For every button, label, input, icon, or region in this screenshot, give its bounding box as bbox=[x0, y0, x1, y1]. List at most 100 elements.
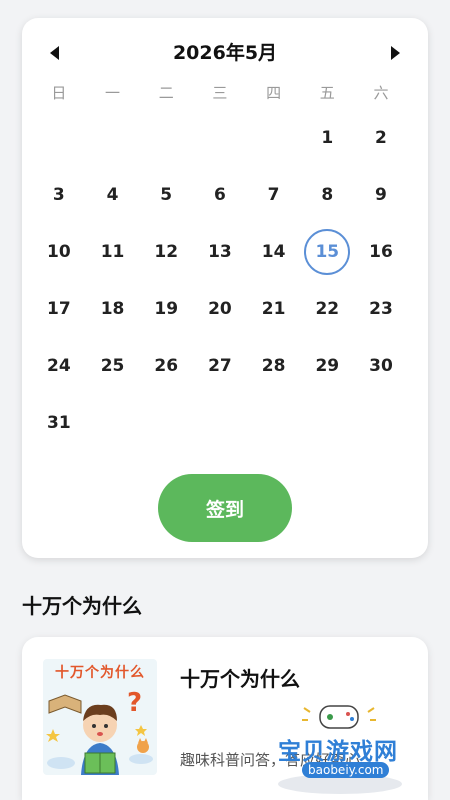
watermark-text: 宝贝游戏网 bbox=[278, 739, 398, 765]
calendar-day-number: 17 bbox=[47, 298, 71, 319]
calendar-day[interactable]: 1 bbox=[300, 109, 354, 166]
calendar-day[interactable]: 31 bbox=[32, 394, 86, 451]
calendar-day[interactable]: 10 bbox=[32, 223, 86, 280]
calendar-day[interactable]: 14 bbox=[247, 223, 301, 280]
calendar-week-row: 10 11 12 13 14 15 16 bbox=[32, 223, 418, 280]
calendar-day-number: 20 bbox=[208, 298, 232, 319]
calendar-day-number: 27 bbox=[208, 355, 232, 376]
calendar-day[interactable]: 26 bbox=[139, 337, 193, 394]
calendar-day-number: 15 bbox=[304, 228, 351, 275]
calendar-day-number: 3 bbox=[52, 184, 65, 205]
calendar-day[interactable]: 6 bbox=[193, 166, 247, 223]
weekday-row: 日 一 二 三 四 五 六 bbox=[32, 82, 418, 104]
calendar-day[interactable]: 27 bbox=[193, 337, 247, 394]
calendar-day[interactable]: 17 bbox=[32, 280, 86, 337]
calendar-day-number: 10 bbox=[47, 241, 71, 262]
calendar-day-number: 4 bbox=[106, 184, 119, 205]
calendar-empty-cell bbox=[247, 109, 301, 166]
calendar-empty-cell bbox=[247, 394, 301, 451]
calendar-day-number: 13 bbox=[208, 241, 232, 262]
checkin-button[interactable]: 签到 bbox=[158, 474, 292, 542]
weekday-label: 日 bbox=[51, 84, 67, 102]
calendar-day-number: 5 bbox=[160, 184, 173, 205]
calendar-day[interactable]: 13 bbox=[193, 223, 247, 280]
calendar-day[interactable]: 16 bbox=[354, 223, 408, 280]
calendar-day-number: 11 bbox=[100, 241, 125, 262]
calendar-day-number: 14 bbox=[261, 241, 286, 262]
calendar-day-number: 16 bbox=[369, 241, 393, 262]
triangle-right-icon bbox=[391, 46, 400, 60]
calendar-week-row: 3 4 5 6 7 8 9 bbox=[32, 166, 418, 223]
month-title: 2026年5月 bbox=[172, 42, 278, 64]
calendar-day[interactable]: 2 bbox=[354, 109, 408, 166]
calendar-day[interactable]: 30 bbox=[354, 337, 408, 394]
calendar-day-number: 8 bbox=[321, 184, 334, 205]
calendar-empty-cell bbox=[139, 394, 193, 451]
calendar-day[interactable]: 8 bbox=[300, 166, 354, 223]
calendar-day[interactable]: 22 bbox=[300, 280, 354, 337]
calendar-day-number: 29 bbox=[315, 355, 340, 376]
calendar-day-number: 1 bbox=[321, 127, 334, 148]
book-cover-image: 十万个为什么 ? bbox=[43, 659, 157, 775]
watermark-url: baobeiy.com bbox=[302, 762, 390, 778]
calendar-empty-cell bbox=[86, 109, 140, 166]
weekday-label: 一 bbox=[105, 84, 121, 102]
book-title: 十万个为什么 bbox=[180, 667, 300, 691]
calendar-day-number: 6 bbox=[213, 184, 226, 205]
calendar-week-row: 17 18 19 20 21 22 23 bbox=[32, 280, 418, 337]
weekday-label: 二 bbox=[158, 84, 174, 102]
calendar-empty-cell bbox=[139, 109, 193, 166]
next-month-button[interactable] bbox=[384, 42, 406, 64]
calendar-day[interactable]: 25 bbox=[86, 337, 140, 394]
calendar-day[interactable]: 5 bbox=[139, 166, 193, 223]
calendar-day-number: 7 bbox=[267, 184, 280, 205]
weekday-label: 五 bbox=[319, 84, 335, 102]
calendar-header: 2026年5月 bbox=[22, 40, 428, 66]
calendar-empty-cell bbox=[193, 394, 247, 451]
calendar-day[interactable]: 11 bbox=[86, 223, 140, 280]
calendar-day-number: 19 bbox=[154, 298, 179, 319]
calendar-empty-cell bbox=[354, 394, 408, 451]
calendar-empty-cell bbox=[86, 394, 140, 451]
calendar-day[interactable]: 29 bbox=[300, 337, 354, 394]
calendar-day-number: 25 bbox=[100, 355, 125, 376]
calendar-day[interactable]: 24 bbox=[32, 337, 86, 394]
calendar-day[interactable]: 4 bbox=[86, 166, 140, 223]
calendar-week-row: 12 bbox=[32, 109, 418, 166]
calendar-day-number: 26 bbox=[154, 355, 179, 376]
calendar-day[interactable]: 28 bbox=[247, 337, 301, 394]
calendar-day-number: 28 bbox=[261, 355, 286, 376]
calendar-day-number: 12 bbox=[154, 241, 179, 262]
calendar-card: 2026年5月 日 一 二 三 四 五 六 1 2 3 4 5 6 7 8 9 10 11 12 13 1… bbox=[22, 18, 428, 558]
calendar-week-row: 24 25 26 27 28 29 30 bbox=[32, 337, 418, 394]
calendar-day[interactable]: 18 bbox=[86, 280, 140, 337]
calendar-day[interactable]: 19 bbox=[139, 280, 193, 337]
calendar-day[interactable]: 20 bbox=[193, 280, 247, 337]
calendar-day[interactable]: 3 bbox=[32, 166, 86, 223]
calendar-day-number: 22 bbox=[315, 298, 340, 319]
calendar-day-today[interactable]: 15 bbox=[300, 223, 354, 280]
calendar-day[interactable]: 21 bbox=[247, 280, 301, 337]
calendar-empty-cell bbox=[193, 109, 247, 166]
calendar-day-number: 30 bbox=[369, 355, 393, 376]
boy-reading-illustration: ? bbox=[46, 688, 153, 775]
calendar-day-number: 9 bbox=[375, 184, 387, 205]
calendar-empty-cell bbox=[32, 109, 86, 166]
watermark: 宝贝游戏网 baobeiy.com bbox=[272, 704, 422, 794]
calendar-empty-cell bbox=[300, 394, 354, 451]
days-grid: 1 2 3 4 5 6 7 8 9 10 11 12 13 14 15 16 17 18 19 20 21 22 23 24 2… bbox=[32, 109, 418, 451]
calendar-day[interactable]: 9 bbox=[354, 166, 408, 223]
svg-text:?: ? bbox=[127, 688, 142, 718]
calendar-week-row: 31 bbox=[32, 394, 418, 451]
calendar-day[interactable]: 23 bbox=[354, 280, 408, 337]
calendar-day[interactable]: 12 bbox=[139, 223, 193, 280]
calendar-day-number: 2 bbox=[375, 127, 387, 148]
calendar-day-number: 24 bbox=[47, 355, 71, 376]
weekday-label: 四 bbox=[266, 84, 282, 102]
calendar-day-number: 21 bbox=[261, 298, 286, 319]
calendar-day[interactable]: 7 bbox=[247, 166, 301, 223]
calendar-day-number: 18 bbox=[100, 298, 125, 319]
weekday-label: 六 bbox=[373, 84, 389, 102]
section-title: 十万个为什么 bbox=[22, 594, 142, 618]
weekday-label: 三 bbox=[212, 84, 228, 102]
